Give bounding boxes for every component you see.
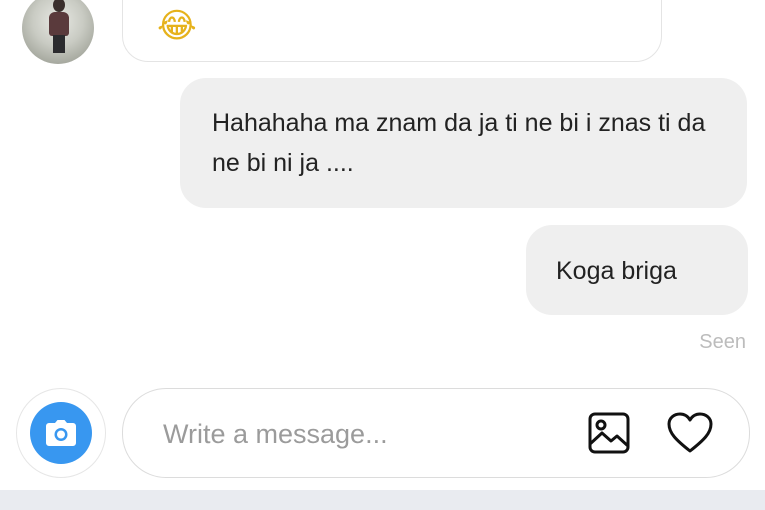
outgoing-message-bubble[interactable]: Koga briga	[526, 225, 748, 315]
message-composer	[122, 388, 750, 478]
bottom-bar	[0, 490, 765, 510]
gallery-button[interactable]	[585, 409, 633, 457]
camera-button-ring[interactable]	[16, 388, 106, 478]
message-thread: 😂 Hahahaha ma znam da ja ti ne bi i znas…	[0, 0, 765, 380]
like-button[interactable]	[666, 409, 714, 457]
camera-button[interactable]	[30, 402, 92, 464]
laughing-emoji: 😂	[157, 6, 197, 46]
avatar[interactable]	[22, 0, 94, 64]
avatar-figure-legs	[53, 35, 65, 53]
message-text: Hahahaha ma znam da ja ti ne bi i znas t…	[212, 109, 706, 177]
avatar-figure-head	[53, 0, 65, 12]
incoming-message-bubble[interactable]: 😂	[122, 0, 662, 62]
message-text: Koga briga	[556, 257, 677, 285]
seen-status: Seen	[699, 331, 746, 353]
camera-icon	[46, 420, 76, 446]
outgoing-message-bubble[interactable]: Hahahaha ma znam da ja ti ne bi i znas t…	[180, 78, 747, 208]
avatar-figure-torso	[49, 12, 69, 36]
image-icon	[588, 412, 630, 454]
heart-icon	[667, 412, 713, 453]
message-input[interactable]	[161, 411, 545, 457]
